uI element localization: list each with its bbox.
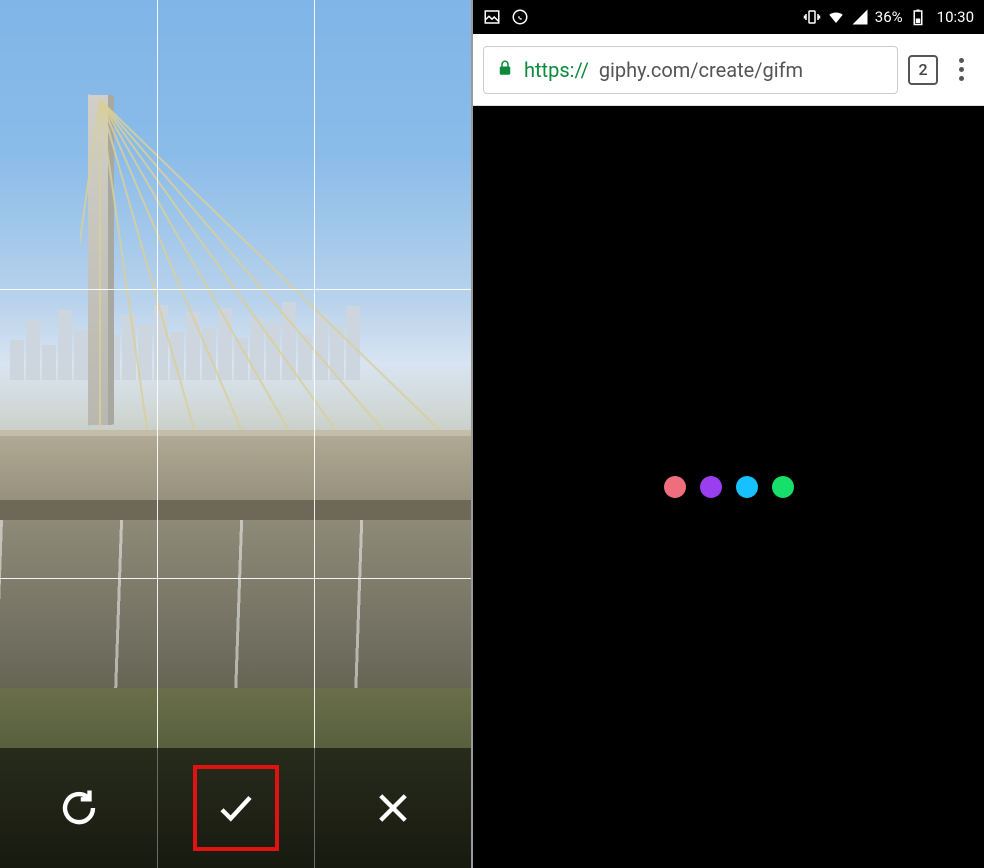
loader-dot [700, 476, 722, 498]
android-statusbar: 36% 10:30 [473, 0, 984, 34]
lock-icon [496, 58, 514, 82]
check-icon [215, 787, 257, 829]
rotate-icon [58, 787, 100, 829]
tab-count-label: 2 [918, 60, 927, 79]
clock: 10:30 [937, 8, 974, 26]
rotate-button[interactable] [39, 768, 119, 848]
url-scheme: https:// [524, 58, 589, 82]
loading-indicator [664, 476, 794, 498]
skyline-decor [0, 280, 471, 380]
overflow-menu-button[interactable] [948, 58, 974, 81]
browser-toolbar: https:// giphy.com/create/gifm 2 [473, 34, 984, 106]
battery-icon [909, 8, 927, 26]
bridge-pylon [88, 95, 114, 426]
url-path: giphy.com/create/gifm [599, 58, 803, 82]
browser-screen: 36% 10:30 https:// giphy.com/create/gifm … [471, 0, 984, 868]
url-bar[interactable]: https:// giphy.com/create/gifm [483, 46, 898, 94]
crop-toolbar [0, 748, 471, 868]
loader-dot [772, 476, 794, 498]
crop-editor-screen [0, 0, 471, 868]
tab-switcher[interactable]: 2 [908, 55, 938, 85]
photo-notification-icon [483, 8, 501, 26]
loader-dot [664, 476, 686, 498]
photo-preview[interactable] [0, 0, 471, 868]
cancel-button[interactable] [353, 768, 433, 848]
battery-percent: 36% [875, 8, 903, 26]
whatsapp-notification-icon [511, 8, 529, 26]
loader-dot [736, 476, 758, 498]
vibrate-icon [803, 8, 821, 26]
page-content[interactable] [473, 106, 984, 868]
signal-icon [851, 8, 869, 26]
close-icon [372, 787, 414, 829]
confirm-button[interactable] [196, 768, 276, 848]
overpass [0, 430, 471, 520]
wifi-icon [827, 8, 845, 26]
